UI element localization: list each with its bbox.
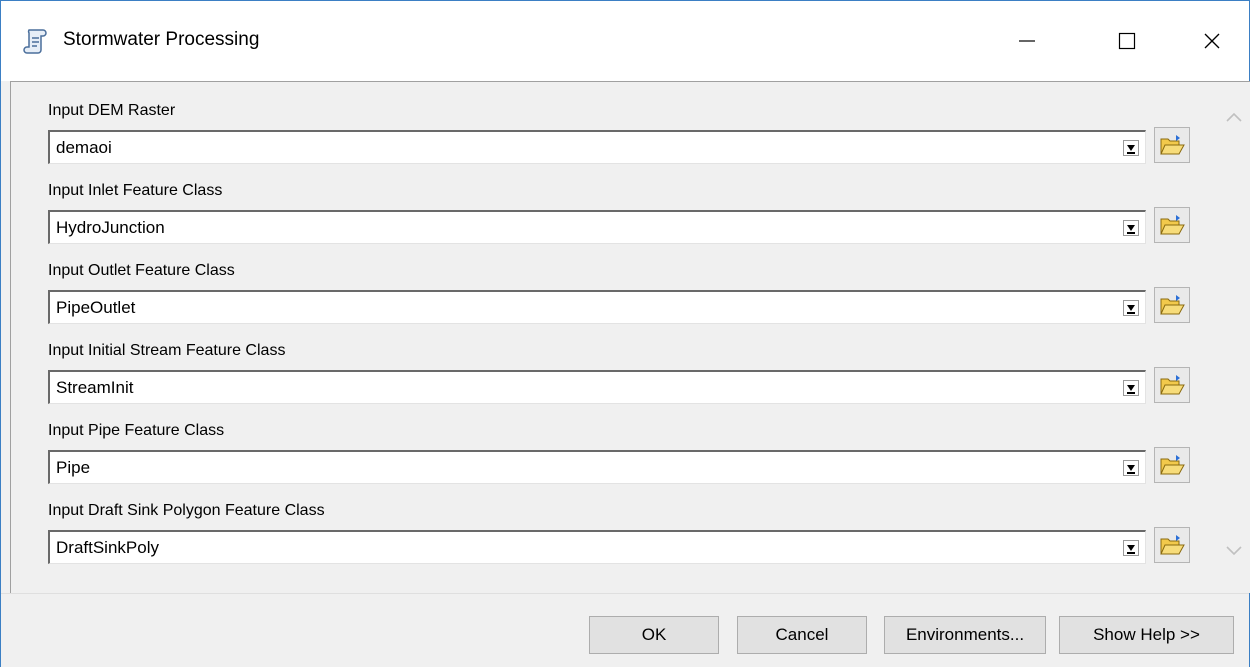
field-label-initial-stream: Input Initial Stream Feature Class (48, 342, 286, 359)
draft-sink-value: DraftSinkPoly (56, 538, 159, 557)
maximize-button[interactable] (1099, 21, 1155, 61)
title-bar[interactable]: Stormwater Processing (1, 1, 1249, 81)
dialog-footer: OK Cancel Environments... Show Help >> (1, 593, 1249, 667)
environments-button[interactable]: Environments... (884, 616, 1046, 654)
open-folder-icon (1160, 295, 1185, 315)
browse-draft-sink-button[interactable] (1154, 527, 1190, 563)
chevron-down-icon[interactable] (1224, 540, 1244, 560)
open-folder-icon (1160, 135, 1185, 155)
dem-raster-combobox[interactable]: demaoi (48, 130, 1146, 164)
outlet-value: PipeOutlet (56, 298, 136, 317)
browse-initial-stream-button[interactable] (1154, 367, 1190, 403)
show-help-button[interactable]: Show Help >> (1059, 616, 1234, 654)
initial-stream-value: StreamInit (56, 378, 134, 397)
inlet-combobox[interactable]: HydroJunction (48, 210, 1146, 244)
browse-dem-raster-button[interactable] (1154, 127, 1190, 163)
cancel-button[interactable]: Cancel (737, 616, 867, 654)
field-label-pipe: Input Pipe Feature Class (48, 422, 225, 439)
field-label-inlet: Input Inlet Feature Class (48, 182, 223, 199)
open-folder-icon (1160, 375, 1185, 395)
close-button[interactable] (1184, 21, 1240, 61)
minimize-button[interactable] (999, 21, 1055, 61)
chevron-up-icon[interactable] (1224, 108, 1244, 128)
chevron-down-icon[interactable] (1123, 460, 1139, 476)
field-label-dem-raster: Input DEM Raster (48, 102, 176, 119)
chevron-down-icon[interactable] (1123, 220, 1139, 236)
minimize-icon (1019, 40, 1035, 42)
dialog-window: Stormwater Processing Input DEM Raster d… (0, 0, 1250, 667)
chevron-down-icon[interactable] (1123, 300, 1139, 316)
open-folder-icon (1160, 455, 1185, 475)
pipe-value: Pipe (56, 458, 91, 477)
window-title: Stormwater Processing (63, 29, 260, 50)
open-folder-icon (1160, 535, 1185, 555)
browse-pipe-button[interactable] (1154, 447, 1190, 483)
parameters-panel: Input DEM Raster demaoi Input Inlet Feat… (10, 81, 1250, 593)
chevron-down-icon[interactable] (1123, 380, 1139, 396)
open-folder-icon (1160, 215, 1185, 235)
dem-raster-value: demaoi (56, 138, 112, 157)
ok-button[interactable]: OK (589, 616, 719, 654)
toolbox-script-icon (23, 27, 51, 55)
inlet-value: HydroJunction (56, 218, 165, 237)
field-label-draft-sink: Input Draft Sink Polygon Feature Class (48, 502, 325, 519)
field-label-outlet: Input Outlet Feature Class (48, 262, 235, 279)
pipe-combobox[interactable]: Pipe (48, 450, 1146, 484)
close-icon (1204, 33, 1220, 49)
browse-inlet-button[interactable] (1154, 207, 1190, 243)
browse-outlet-button[interactable] (1154, 287, 1190, 323)
draft-sink-combobox[interactable]: DraftSinkPoly (48, 530, 1146, 564)
maximize-icon (1118, 32, 1136, 50)
initial-stream-combobox[interactable]: StreamInit (48, 370, 1146, 404)
chevron-down-icon[interactable] (1123, 540, 1139, 556)
chevron-down-icon[interactable] (1123, 140, 1139, 156)
outlet-combobox[interactable]: PipeOutlet (48, 290, 1146, 324)
